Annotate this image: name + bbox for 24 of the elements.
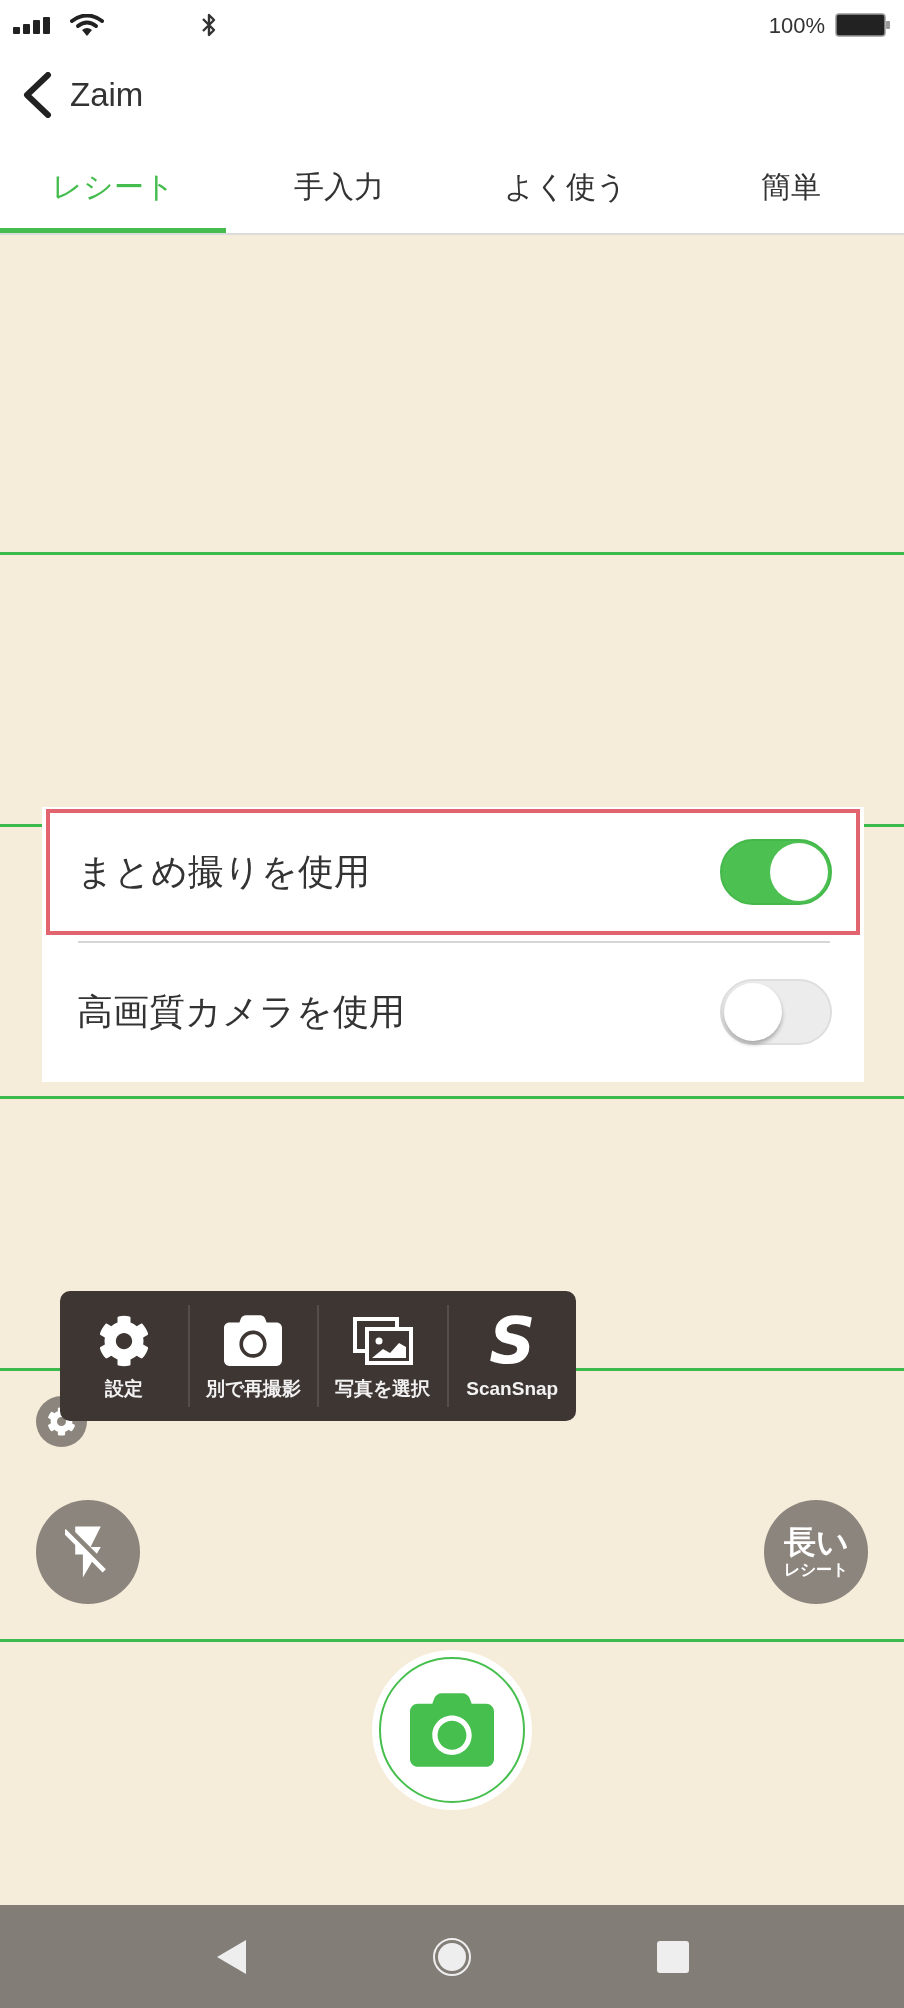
recents-icon[interactable] xyxy=(657,1940,689,1973)
camera-icon xyxy=(410,1693,494,1767)
app-title: Zaim xyxy=(70,75,144,116)
settings-icon xyxy=(97,1314,150,1367)
wifi-icon xyxy=(70,14,104,36)
home-icon[interactable] xyxy=(433,1937,471,1976)
back-icon[interactable] xyxy=(22,72,52,118)
scansnap-logo: S xyxy=(489,1314,536,1367)
photos-icon xyxy=(352,1316,413,1365)
settings-button[interactable]: 設定 xyxy=(60,1291,188,1421)
tab[interactable]: 手入力 xyxy=(226,140,452,233)
setting-label: 高画質カメラを使用 xyxy=(77,990,405,1034)
select-photo-button[interactable]: 写真を選択 xyxy=(319,1291,447,1421)
long-receipt-button[interactable]: 長い レシート xyxy=(764,1500,868,1604)
tab[interactable]: よく使う xyxy=(452,140,678,233)
scansnap-button[interactable]: S ScanSnap xyxy=(448,1291,576,1421)
tab[interactable]: 簡単 xyxy=(678,140,904,233)
battery-percent: 100% xyxy=(768,11,825,40)
retake-button[interactable]: 別で再撮影 xyxy=(189,1291,317,1421)
signal-icon xyxy=(13,16,51,34)
setting-label: まとめ撮りを使用 xyxy=(77,850,370,894)
camera-icon xyxy=(224,1315,283,1366)
battery-icon xyxy=(835,13,891,37)
bluetooth-icon xyxy=(201,12,217,38)
